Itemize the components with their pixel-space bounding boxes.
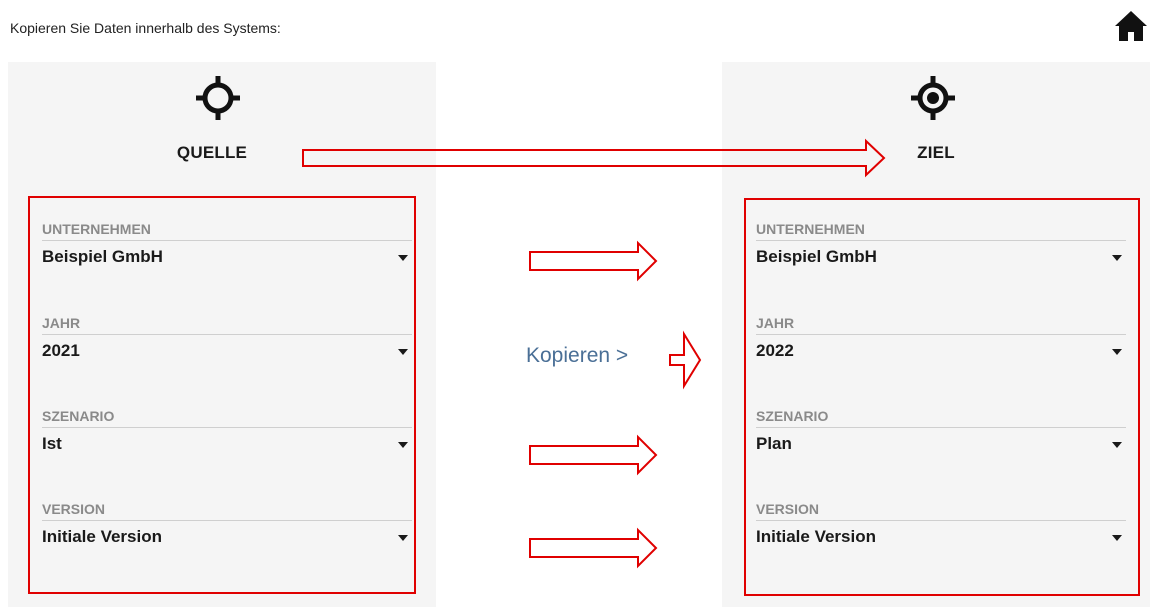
field-arrow-icon bbox=[529, 434, 658, 476]
copy-arrow-icon bbox=[669, 330, 702, 390]
field-arrow-icon bbox=[529, 240, 658, 282]
field-arrow-icon bbox=[529, 527, 658, 569]
annotation-arrows bbox=[302, 138, 886, 569]
title-arrow-icon bbox=[302, 138, 886, 178]
